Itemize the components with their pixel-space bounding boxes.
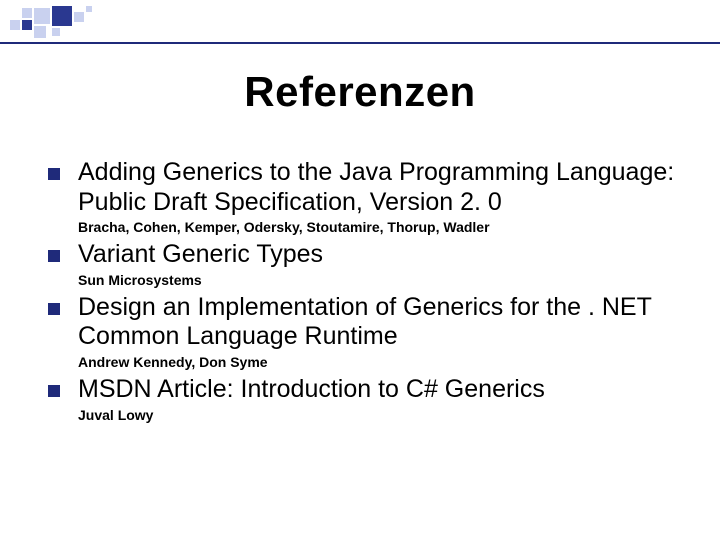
reference-title: MSDN Article: Introduction to C# Generic…: [78, 375, 692, 405]
reference-authors: Bracha, Cohen, Kemper, Odersky, Stoutami…: [78, 218, 692, 236]
bullet-icon: [48, 303, 60, 315]
reference-title: Design an Implementation of Generics for…: [78, 293, 692, 352]
slide-title: Referenzen: [0, 68, 720, 116]
reference-list: Adding Generics to the Java Programming …: [48, 158, 692, 428]
decorative-squares: [10, 6, 120, 40]
reference-authors: Sun Microsystems: [78, 271, 692, 289]
bullet-icon: [48, 385, 60, 397]
list-item: Variant Generic Types Sun Microsystems: [48, 240, 692, 289]
slide-top-border: [0, 0, 720, 44]
reference-authors: Juval Lowy: [78, 406, 692, 424]
reference-title: Adding Generics to the Java Programming …: [78, 158, 692, 217]
bullet-icon: [48, 168, 60, 180]
list-item: Design an Implementation of Generics for…: [48, 293, 692, 371]
bullet-icon: [48, 250, 60, 262]
list-item: MSDN Article: Introduction to C# Generic…: [48, 375, 692, 424]
reference-authors: Andrew Kennedy, Don Syme: [78, 353, 692, 371]
reference-title: Variant Generic Types: [78, 240, 692, 270]
list-item: Adding Generics to the Java Programming …: [48, 158, 692, 236]
